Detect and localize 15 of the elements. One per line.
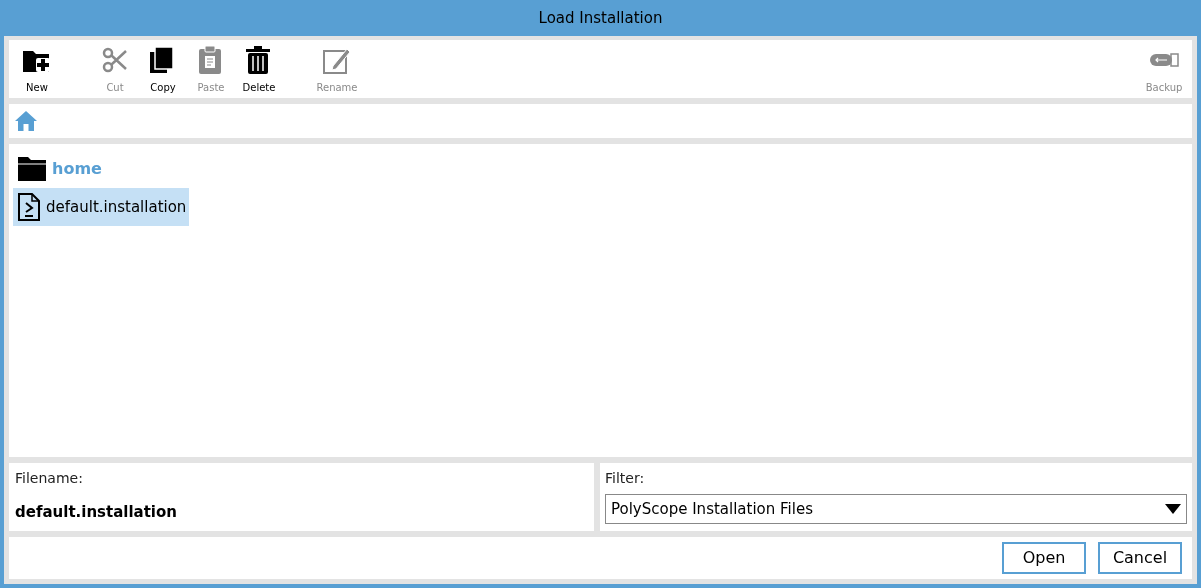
window-title: Load Installation bbox=[538, 7, 663, 29]
filename-value: default.installation bbox=[15, 502, 178, 523]
dialog-button[interactable]: Open bbox=[1002, 542, 1086, 574]
filter-label: Filter: bbox=[605, 469, 646, 488]
toolbar-button[interactable]: Copy bbox=[139, 45, 187, 95]
filename-label: Filename: bbox=[15, 469, 84, 488]
toolbar-button[interactable]: New bbox=[13, 45, 61, 95]
home-icon[interactable] bbox=[14, 110, 38, 132]
filter-dropdown[interactable]: PolyScope Installation Files bbox=[605, 494, 1187, 524]
file-icon bbox=[17, 193, 41, 221]
dialog-button[interactable]: Cancel bbox=[1098, 542, 1182, 574]
folder-icon bbox=[17, 156, 47, 182]
toolbar-button[interactable]: Delete bbox=[235, 45, 283, 95]
file-item[interactable]: default.installation bbox=[13, 188, 190, 226]
caret-icon bbox=[1165, 504, 1181, 514]
